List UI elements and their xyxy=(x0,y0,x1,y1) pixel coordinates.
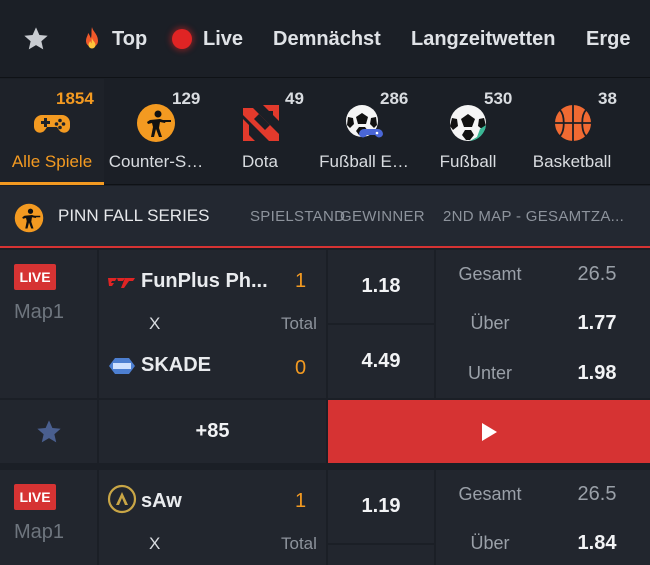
tab-results[interactable]: Erge xyxy=(586,0,630,78)
under-value: 1.98 xyxy=(577,362,617,384)
under-label: Unter xyxy=(467,363,512,383)
team-name: sAw xyxy=(141,490,182,512)
live-badge: LIVE xyxy=(14,484,56,510)
match-teams-cell[interactable]: sAw 1 X Total xyxy=(99,470,326,565)
saw-logo-icon xyxy=(107,484,137,514)
match-status-cell: LIVE Map1 xyxy=(0,250,97,398)
over-label: Über xyxy=(470,313,510,333)
match-row: LIVE Map1 FunPlus Ph... 1 X Total SKADE … xyxy=(0,250,650,465)
column-map-total: 2ND MAP - GESAMTZA... xyxy=(443,208,625,225)
tab-upcoming[interactable]: Demnächst xyxy=(273,0,381,78)
top-navigation: Top Live Demnächst Langzeitwetten Erge xyxy=(0,0,650,78)
over-odds-button[interactable]: Über 1.77 xyxy=(436,298,650,348)
counter-strike-icon xyxy=(14,203,44,233)
odds-team1-button[interactable]: 1.19 xyxy=(328,470,434,543)
team-name: FunPlus Ph... xyxy=(141,270,268,292)
tab-top[interactable]: Top xyxy=(80,0,147,78)
tab-results-label: Erge xyxy=(586,27,631,50)
category-label: Alle Spiele xyxy=(11,152,93,171)
watch-stream-button[interactable] xyxy=(328,400,650,463)
odds-team2-button[interactable] xyxy=(328,545,434,565)
team-score: 0 xyxy=(295,357,307,379)
tab-live[interactable]: Live xyxy=(172,0,243,78)
sport-categories: 1854 Alle Spiele 129 Counter-S… 49 Dota xyxy=(0,79,650,185)
match-row: LIVE Map1 sAw 1 X Total 1.19 Gesamt 26.5… xyxy=(0,470,650,565)
more-markets-button[interactable]: +85 xyxy=(99,400,326,463)
category-count: 129 xyxy=(172,89,201,108)
skade-logo-icon xyxy=(109,358,135,374)
over-odds-button[interactable]: Über 1.84 xyxy=(436,518,650,565)
tab-live-label: Live xyxy=(203,27,244,50)
category-count: 286 xyxy=(380,89,409,108)
fire-icon xyxy=(86,27,98,49)
category-label: Fußball E… xyxy=(319,152,409,171)
league-name: PINN FALL SERIES xyxy=(58,206,210,225)
total-label: Total xyxy=(281,534,317,553)
map-total-market: Gesamt 26.5 Über 1.84 xyxy=(436,470,650,565)
gesamt-label: Gesamt xyxy=(458,484,522,504)
odds-team2-button[interactable]: 4.49 xyxy=(328,325,434,398)
gamepad-icon xyxy=(34,115,70,133)
gesamt-value: 26.5 xyxy=(577,483,617,505)
odds-team1-button[interactable]: 1.18 xyxy=(328,250,434,323)
draw-label: X xyxy=(149,314,161,333)
counter-strike-icon xyxy=(137,104,175,142)
team-name: SKADE xyxy=(141,354,212,376)
dota-icon xyxy=(243,105,279,141)
over-value: 1.84 xyxy=(577,532,617,554)
category-count: 49 xyxy=(285,89,304,108)
category-all-games[interactable]: 1854 Alle Spiele xyxy=(0,79,104,185)
play-icon xyxy=(482,423,497,441)
category-basketball[interactable]: 38 Basketball xyxy=(520,79,624,185)
league-header[interactable]: PINN FALL SERIES SPIELSTAND GEWINNER 2ND… xyxy=(0,186,650,248)
column-winner: GEWINNER xyxy=(340,208,425,225)
category-label: Dota xyxy=(242,152,278,171)
map-total-market: Gesamt 26.5 Über 1.77 Unter 1.98 xyxy=(436,250,650,398)
team-score: 1 xyxy=(295,270,307,292)
match-status-cell: LIVE Map1 xyxy=(0,470,97,565)
total-label: Total xyxy=(281,314,317,333)
under-odds-button[interactable]: Unter 1.98 xyxy=(436,348,650,398)
odd-value: 1.18 xyxy=(361,275,401,297)
odd-value: 1.19 xyxy=(361,495,401,517)
category-label: Fußball xyxy=(439,152,497,171)
category-football[interactable]: 530 Fußball xyxy=(416,79,520,185)
more-markets-count: +85 xyxy=(195,420,230,442)
over-value: 1.77 xyxy=(577,312,617,334)
map-label: Map1 xyxy=(14,301,65,323)
live-dot-icon xyxy=(172,29,192,49)
category-counter-strike[interactable]: 129 Counter-S… xyxy=(104,79,208,185)
active-underline xyxy=(0,182,104,185)
tab-upcoming-label: Demnächst xyxy=(273,27,381,50)
tab-top-label: Top xyxy=(112,27,148,50)
category-count: 38 xyxy=(598,89,617,108)
team-score: 1 xyxy=(295,490,307,512)
match-teams-cell[interactable]: FunPlus Ph... 1 X Total SKADE 0 xyxy=(99,250,326,398)
category-count: 530 xyxy=(484,89,513,108)
football-icon xyxy=(450,105,486,141)
category-dota[interactable]: 49 Dota xyxy=(208,79,312,185)
gesamt-label: Gesamt xyxy=(458,264,522,284)
star-icon xyxy=(37,420,61,443)
column-score: SPIELSTAND xyxy=(250,208,346,225)
tab-outrights-label: Langzeitwetten xyxy=(411,27,556,50)
over-label: Über xyxy=(470,533,510,553)
tab-outrights[interactable]: Langzeitwetten xyxy=(411,0,555,78)
live-badge: LIVE xyxy=(14,264,56,290)
map-label: Map1 xyxy=(14,521,65,543)
draw-label: X xyxy=(149,534,161,553)
category-efootball[interactable]: 286 Fußball E… xyxy=(312,79,416,185)
favorites-tab[interactable] xyxy=(22,0,50,78)
efootball-icon xyxy=(346,105,383,138)
category-label: Basketball xyxy=(532,152,612,171)
basketball-icon xyxy=(555,105,591,141)
star-icon xyxy=(24,27,48,50)
funplus-logo-icon xyxy=(108,278,135,288)
favorite-button[interactable] xyxy=(0,400,97,463)
odd-value: 4.49 xyxy=(361,350,401,372)
gesamt-value: 26.5 xyxy=(577,263,617,285)
category-label: Counter-S… xyxy=(108,152,204,171)
